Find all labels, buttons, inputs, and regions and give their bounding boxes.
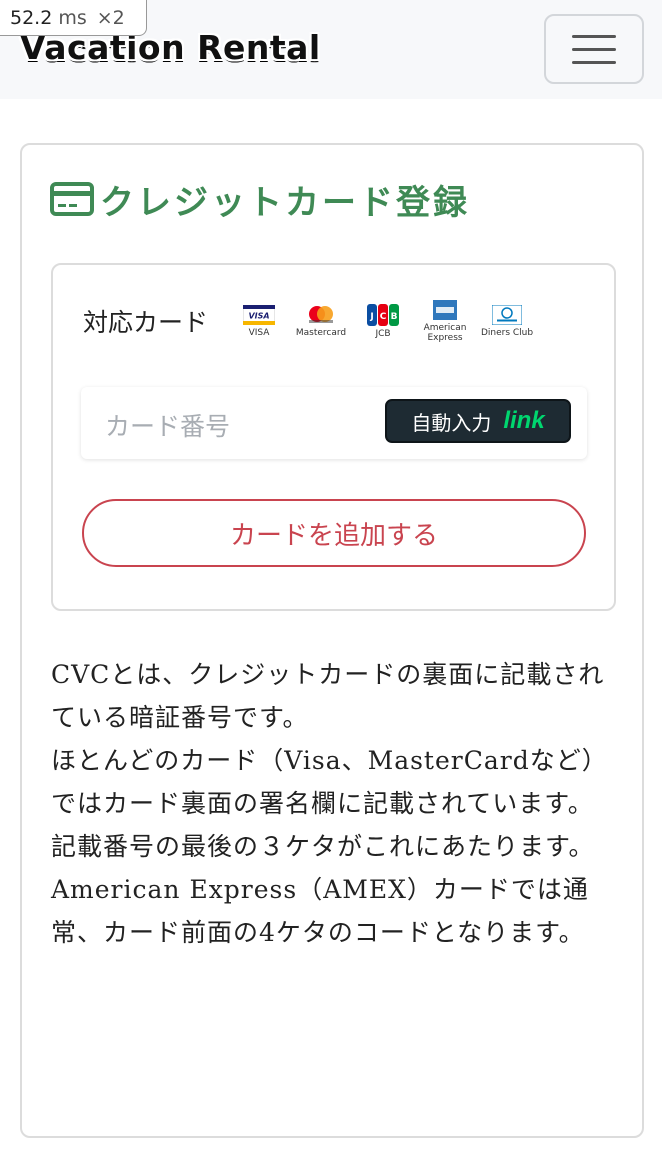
visa-icon: VISA [243,304,276,325]
perf-value: 52.2 [10,6,53,29]
mastercard-icon [309,305,334,323]
jcb-caption: JCB [375,328,391,339]
supported-brands: 対応カード VISA VISA Mastercard J C B JCB Ame… [83,299,538,343]
jcb-logo: J C B JCB [352,303,414,339]
cvc-paragraph: American Express（AMEX）カードでは通常、カード前面の4ケタの… [51,875,589,947]
hamburger-icon-line [572,47,616,51]
link-brand-icon: link [503,407,545,434]
svg-text:J: J [369,312,373,322]
cvc-explanation: CVCとは、クレジットカードの裏面に記載されている暗証番号です。 ほとんどのカー… [51,653,619,954]
hamburger-icon-line [572,34,616,38]
jcb-icon: J C B [367,303,400,326]
amex-logo: American Express [414,299,476,343]
card-number-placeholder: カード番号 [105,412,231,441]
payment-form: 対応カード VISA VISA Mastercard J C B JCB Ame… [51,263,616,611]
perf-multiplier: ×2 [96,6,125,29]
menu-toggle-button[interactable] [544,14,644,84]
visa-logo: VISA VISA [228,304,290,338]
hamburger-icon-line [572,60,616,64]
cvc-paragraph: CVCとは、クレジットカードの裏面に記載されている暗証番号です。 [51,660,605,732]
mastercard-logo: Mastercard [290,305,352,338]
diners-club-icon [492,304,523,325]
card-title-text: クレジットカード登録 [100,182,470,223]
mastercard-caption: Mastercard [295,327,347,338]
amex-caption: American Express [423,322,467,343]
link-autofill-button[interactable]: 自動入力 link [385,399,571,443]
add-card-button[interactable]: カードを追加する [82,499,586,567]
svg-text:C: C [380,312,387,322]
supported-cards-label: 対応カード [83,308,209,337]
card-number-input[interactable]: カード番号 自動入力 link [81,387,587,459]
amex-icon [433,299,458,320]
perf-unit: ms [58,6,87,29]
cvc-paragraph: 記載番号の最後の３ケタがこれにあたります。 [51,832,595,861]
svg-text:VISA: VISA [248,311,269,320]
card-title: クレジットカード登録 [50,179,470,223]
visa-caption: VISA [248,327,270,338]
credit-card-icon [50,182,94,216]
diners-logo: Diners Club [476,304,538,338]
diners-caption: Diners Club [480,327,534,338]
svg-text:B: B [391,312,398,322]
autofill-label: 自動入力 [411,412,492,435]
credit-card-registration-card: クレジットカード登録 対応カード VISA VISA Mastercard J … [20,143,644,1138]
cvc-paragraph: ほとんどのカード（Visa、MasterCardなど）ではカード裏面の署名欄に記… [51,746,608,818]
perf-counter: 52.2 ms ×2 [0,0,147,36]
